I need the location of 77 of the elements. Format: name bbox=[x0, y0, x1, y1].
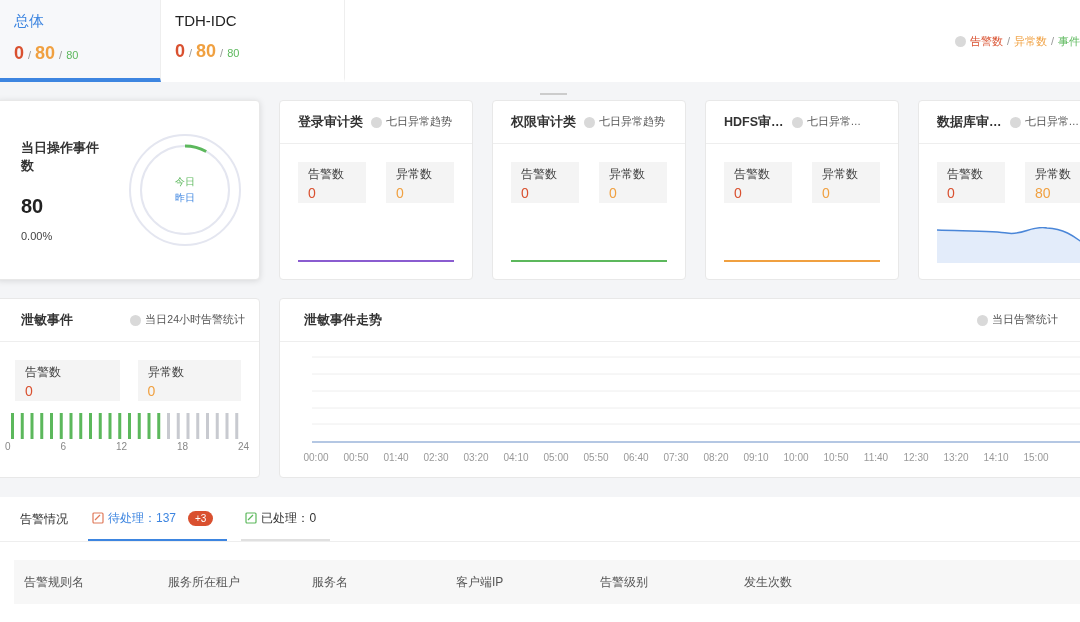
column-header: 服务名 bbox=[311, 573, 349, 591]
axis-label: 05:50 bbox=[582, 452, 610, 463]
axis-label: 10:00 bbox=[782, 452, 810, 463]
axis-label: 09:10 bbox=[742, 452, 770, 463]
ring-label: 昨日 bbox=[175, 191, 195, 205]
info-icon bbox=[371, 116, 382, 128]
card-title: 当日操作事件数 bbox=[21, 138, 100, 175]
axis-label: 11:40 bbox=[862, 452, 890, 463]
stat-tile: 告警数 0 bbox=[724, 162, 792, 203]
card-hint: 当日告警统计 bbox=[992, 313, 1058, 327]
axis-label: 14:10 bbox=[982, 452, 1010, 463]
info-icon bbox=[130, 314, 142, 326]
count-badge: +3 bbox=[188, 510, 214, 526]
axis-label: 12:30 bbox=[902, 452, 930, 463]
ring-label: 今日 bbox=[175, 175, 195, 189]
card-hint: 当日24小时告警统计 bbox=[145, 313, 245, 327]
card-title: 登录审计类 bbox=[298, 113, 363, 131]
axis-label: 08:20 bbox=[702, 452, 730, 463]
axis-label: 15:00 bbox=[1022, 452, 1050, 463]
drag-handle[interactable] bbox=[540, 93, 567, 95]
axis-tick: 18 bbox=[176, 441, 188, 452]
card-hint: 七日异常… bbox=[806, 115, 862, 129]
stat-tile: 异常数 80 bbox=[1025, 162, 1080, 203]
axis-label: 10:50 bbox=[822, 452, 850, 463]
axis-label: 00:00 bbox=[302, 452, 330, 463]
axis-label: 00:50 bbox=[342, 452, 370, 463]
legend-label: 告警数 bbox=[969, 33, 1003, 49]
stat-tile: 异常数 0 bbox=[599, 162, 667, 203]
axis-tick: 0 bbox=[5, 441, 11, 452]
column-header: 告警级别 bbox=[599, 573, 649, 591]
card-hint: 七日异常趋势 bbox=[599, 115, 665, 129]
axis-label: 02:30 bbox=[422, 452, 450, 463]
axis-tick: 12 bbox=[115, 441, 127, 452]
stat-tile: 告警数 0 bbox=[298, 162, 366, 203]
legend-label: 事件 bbox=[1058, 33, 1080, 49]
note-icon bbox=[245, 512, 258, 524]
card-title: 数据库审… bbox=[937, 113, 1002, 131]
info-icon bbox=[977, 314, 988, 326]
axis-label: 07:30 bbox=[662, 452, 690, 463]
card-hint: 七日异常趋势 bbox=[386, 115, 452, 129]
info-icon bbox=[791, 116, 803, 128]
info-icon bbox=[1009, 116, 1021, 128]
column-header: 服务所在租户 bbox=[167, 573, 241, 591]
section-title: 告警情况 bbox=[20, 510, 68, 528]
status-tab[interactable]: 待处理：137 +3 bbox=[88, 497, 228, 541]
stat-tile: 异常数 0 bbox=[137, 360, 241, 401]
legend-label: 异常数 bbox=[1013, 33, 1047, 49]
card-title: 泄敏事件 bbox=[21, 311, 73, 329]
stat-tile: 告警数 0 bbox=[937, 162, 1005, 203]
card-title: HDFS审… bbox=[724, 113, 784, 131]
axis-label: 06:40 bbox=[622, 452, 650, 463]
column-header: 发生次数 bbox=[743, 573, 793, 591]
stat-tile: 异常数 0 bbox=[386, 162, 454, 203]
axis-label: 13:20 bbox=[942, 452, 970, 463]
separator: / bbox=[1050, 35, 1054, 47]
status-tab[interactable]: 已处理：0 bbox=[241, 497, 331, 541]
stat-tile: 告警数 0 bbox=[511, 162, 579, 203]
column-header: 客户端IP bbox=[455, 573, 505, 591]
percent-text: 0.00% bbox=[21, 229, 54, 242]
tenant-tab[interactable]: 总体 0 / 80 / 80 bbox=[0, 0, 161, 82]
stat-tile: 告警数 0 bbox=[15, 360, 120, 401]
column-header: 告警规则名 bbox=[23, 573, 85, 591]
stat-tile: 异常数 0 bbox=[812, 162, 880, 203]
card-title: 泄敏事件走势 bbox=[304, 311, 382, 329]
event-count: 80 bbox=[21, 194, 45, 218]
note-icon bbox=[92, 512, 104, 524]
axis-tick: 24 bbox=[237, 441, 249, 452]
card-title: 权限审计类 bbox=[511, 113, 576, 131]
info-icon bbox=[584, 116, 595, 128]
axis-label: 03:20 bbox=[462, 452, 490, 463]
info-icon bbox=[954, 35, 966, 47]
card-hint: 七日异常… bbox=[1024, 115, 1079, 129]
separator: / bbox=[1006, 35, 1010, 47]
axis-tick: 6 bbox=[60, 441, 66, 452]
axis-label: 04:10 bbox=[502, 452, 530, 463]
axis-label: 05:00 bbox=[542, 452, 570, 463]
axis-label: 01:40 bbox=[382, 452, 410, 463]
